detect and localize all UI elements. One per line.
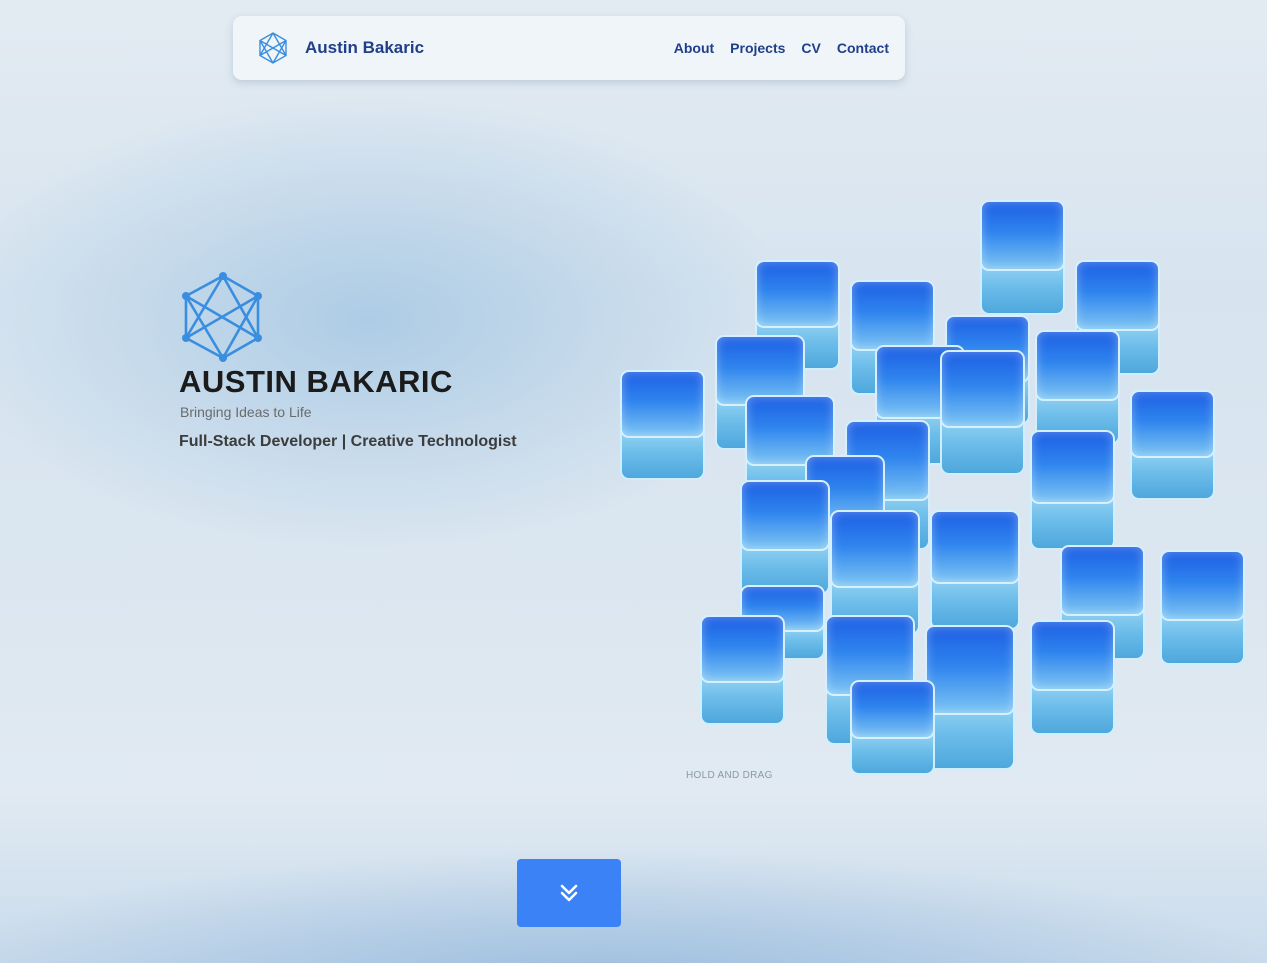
cube-cluster-canvas[interactable]	[610, 190, 1255, 790]
glass-cube	[1035, 330, 1120, 445]
network-hexagon-icon	[182, 272, 262, 362]
navbar: Austin Bakaric About Projects CV Contact	[233, 16, 905, 80]
glass-cube	[925, 625, 1015, 770]
hero-tagline: Bringing Ideas to Life	[180, 404, 312, 420]
glass-cube	[940, 350, 1025, 475]
nav-link-projects[interactable]: Projects	[730, 40, 785, 56]
glass-cube	[740, 480, 830, 595]
glass-cube	[850, 680, 935, 775]
glass-cube	[1030, 620, 1115, 735]
chevrons-down-icon	[560, 884, 578, 902]
scroll-down-button[interactable]	[517, 859, 621, 927]
nav-link-cv[interactable]: CV	[801, 40, 820, 56]
hero-role: Full-Stack Developer | Creative Technolo…	[179, 433, 517, 450]
glass-cube	[980, 200, 1065, 315]
glass-cube	[1030, 430, 1115, 550]
network-hexagon-icon[interactable]	[257, 31, 289, 65]
hero-title: AUSTIN BAKARIC	[179, 364, 453, 399]
drag-hint: HOLD AND DRAG	[686, 770, 773, 781]
glass-cube	[700, 615, 785, 725]
nav-link-contact[interactable]: Contact	[837, 40, 889, 56]
nav-link-about[interactable]: About	[674, 40, 714, 56]
glass-cube	[930, 510, 1020, 630]
nav-brand[interactable]: Austin Bakaric	[305, 38, 424, 58]
glass-cube	[620, 370, 705, 480]
glass-cube	[1130, 390, 1215, 500]
glass-cube	[1160, 550, 1245, 665]
nav-links: About Projects CV Contact	[674, 40, 889, 56]
